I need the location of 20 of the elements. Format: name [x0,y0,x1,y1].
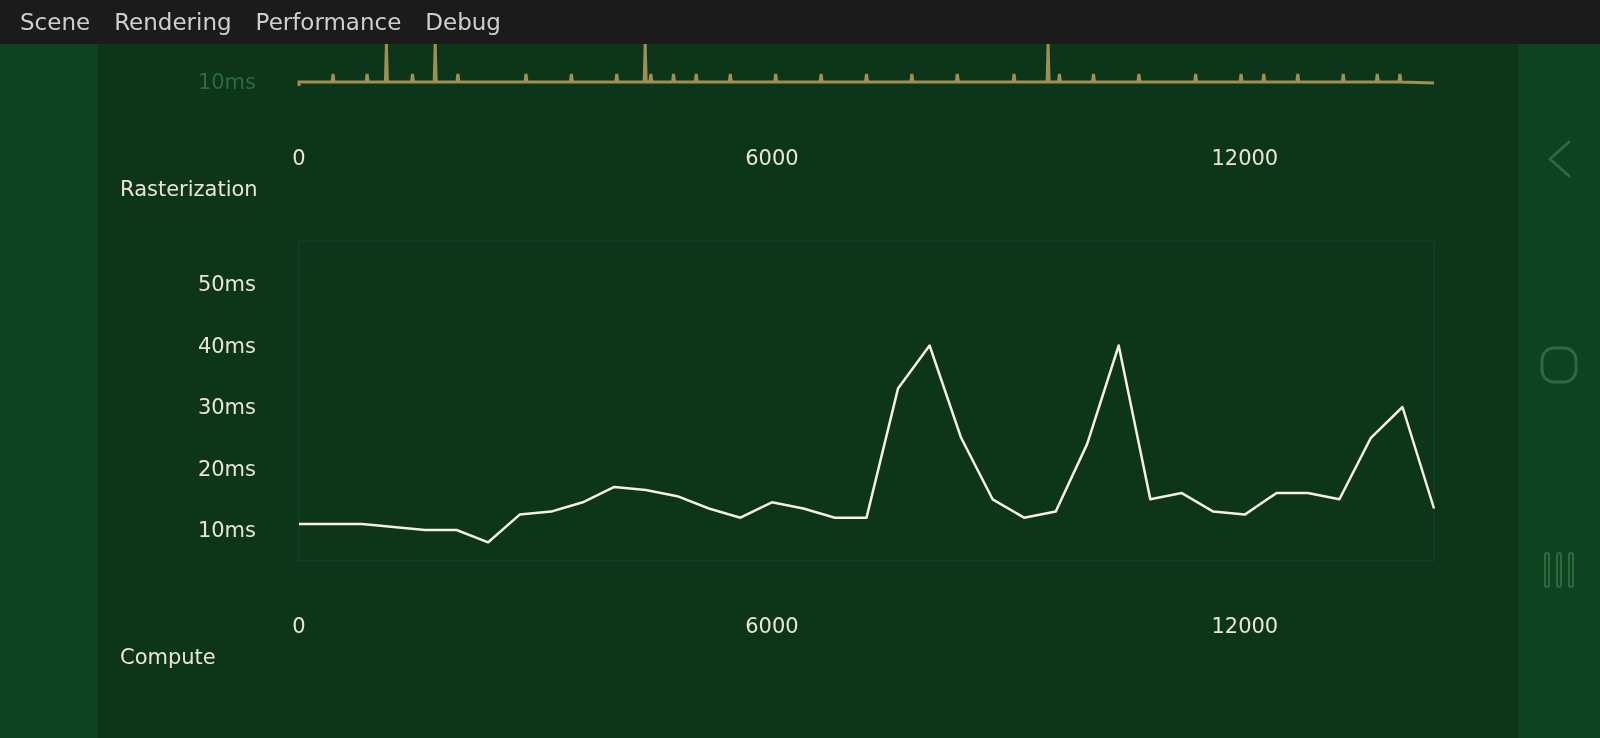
y-axis-label: 30ms [197,395,256,419]
x-axis-label: 6000 [745,146,799,170]
y-axis-label: 10ms [197,518,256,542]
x-axis-label: 0 [292,146,306,170]
menu-item[interactable]: Rendering [114,9,232,35]
y-axis-label: 40ms [197,333,256,358]
section-title: Compute [119,644,217,671]
recent-apps-icon[interactable] [1543,552,1575,588]
y-axis-label: 20ms [197,456,256,481]
menu-item[interactable]: Scene [20,9,91,35]
menu-item[interactable]: Debug [425,9,501,35]
back-icon[interactable] [1547,140,1571,178]
y-axis-label: 50ms [197,272,256,296]
menu-item[interactable]: Performance [255,9,402,35]
x-axis-label: 0 [292,614,306,638]
section-title: Rasterization [119,176,259,203]
x-axis-label: 12000 [1211,146,1279,170]
x-axis-label: 6000 [745,614,799,638]
x-axis-label: 12000 [1211,614,1279,638]
home-icon[interactable] [1540,346,1578,384]
